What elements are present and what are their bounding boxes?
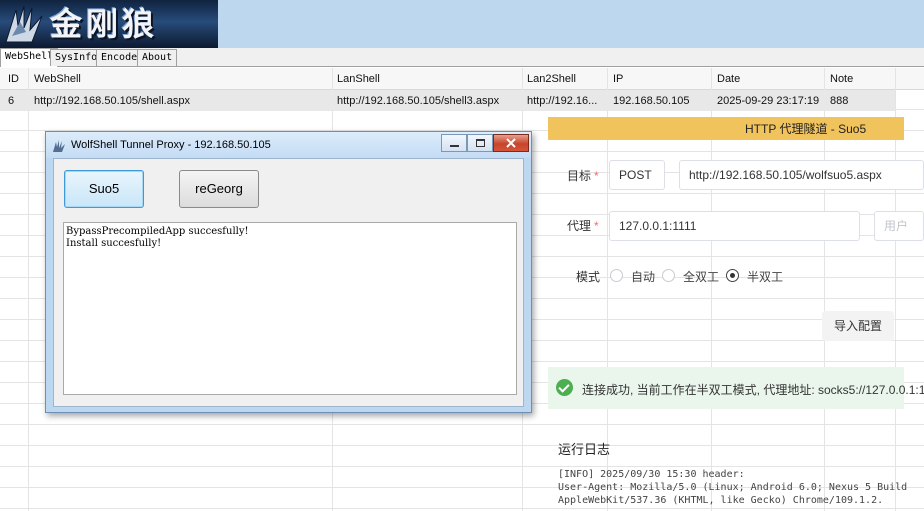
mode-half-duplex-label[interactable]: 半双工 <box>747 268 783 285</box>
mode-label: 模式 <box>576 270 601 284</box>
mode-full-duplex-label[interactable]: 全双工 <box>683 268 719 285</box>
required-mark: * <box>594 169 599 183</box>
wolf-app-icon <box>53 140 65 152</box>
column-header-lan2shell[interactable]: Lan2Shell <box>527 73 576 85</box>
dialog-titlebar[interactable]: WolfShell Tunnel Proxy - 192.168.50.105 <box>46 132 531 158</box>
cell-lan2shell: http://192.16... <box>527 95 598 107</box>
wolf-claw-icon <box>5 5 43 43</box>
tab-about[interactable]: About <box>137 49 178 66</box>
cell-ip: 192.168.50.105 <box>613 95 690 107</box>
cell-date: 2025-09-29 23:17:19 <box>717 95 820 107</box>
mode-auto-label[interactable]: 自动 <box>631 268 655 285</box>
success-check-icon <box>556 379 573 396</box>
minimize-icon[interactable] <box>441 134 467 152</box>
app-logo-text: 金刚狼 <box>50 5 159 43</box>
dialog-log-line: Install succesfully! <box>66 238 162 249</box>
column-header-ip[interactable]: IP <box>613 73 623 85</box>
mode-half-duplex-radio[interactable] <box>726 269 739 282</box>
success-message: 连接成功, 当前工作在半双工模式, 代理地址: socks5://127.0.0… <box>582 383 924 397</box>
target-url-input[interactable]: http://192.168.50.105/wolfsuo5.aspx <box>679 160 924 190</box>
log-line: User-Agent: Mozilla/5.0 (Linux; Android … <box>558 482 908 493</box>
log-line: AppleWebKit/537.36 (KHTML, like Gecko) C… <box>558 495 884 506</box>
tab-encode[interactable]: Encode <box>96 49 143 66</box>
method-select[interactable]: POST <box>609 160 665 190</box>
cell-id: 6 <box>8 95 15 107</box>
tab-bar: WebShell SysInfo Encode About <box>0 48 924 67</box>
column-header-date[interactable]: Date <box>717 73 740 85</box>
maximize-icon[interactable] <box>467 134 493 152</box>
column-header-id[interactable]: ID <box>8 73 19 85</box>
app-logo: 金刚狼 <box>0 0 218 48</box>
column-header-lanshell[interactable]: LanShell <box>337 73 380 85</box>
table-header <box>0 68 924 90</box>
regeorg-button[interactable]: reGeorg <box>179 170 259 208</box>
mode-full-duplex-radio[interactable] <box>662 269 675 282</box>
column-divider <box>28 68 29 511</box>
required-mark: * <box>594 219 599 233</box>
close-icon[interactable] <box>493 134 529 152</box>
column-header-note[interactable]: Note <box>830 73 853 85</box>
mode-auto-radio[interactable] <box>610 269 623 282</box>
tab-sysinfo[interactable]: SysInfo <box>50 49 103 66</box>
panel-title: HTTP 代理隧道 - Suo5 <box>745 122 867 136</box>
auth-input[interactable]: 用户 <box>874 211 924 241</box>
log-line: [INFO] 2025/09/30 15:30 header: <box>558 469 745 480</box>
dialog-title: WolfShell Tunnel Proxy - 192.168.50.105 <box>71 139 271 151</box>
cell-webshell: http://192.168.50.105/shell.aspx <box>34 95 190 107</box>
dialog-log-output[interactable]: BypassPrecompiledApp succesfully! Instal… <box>63 222 517 395</box>
suo5-button[interactable]: Suo5 <box>64 170 144 208</box>
dialog-log-line: BypassPrecompiledApp succesfully! <box>66 226 249 237</box>
import-config-button[interactable]: 导入配置 <box>822 311 894 341</box>
column-header-webshell[interactable]: WebShell <box>34 73 81 85</box>
log-title: 运行日志 <box>558 442 611 457</box>
proxy-address-input[interactable]: 127.0.0.1:1111 <box>609 211 860 241</box>
cell-note: 888 <box>830 95 849 107</box>
cell-lanshell: http://192.168.50.105/shell3.aspx <box>337 95 500 107</box>
tunnel-proxy-dialog: WolfShell Tunnel Proxy - 192.168.50.105 … <box>45 131 532 413</box>
target-label: 目标 * <box>567 169 599 183</box>
proxy-label: 代理 * <box>567 219 599 233</box>
